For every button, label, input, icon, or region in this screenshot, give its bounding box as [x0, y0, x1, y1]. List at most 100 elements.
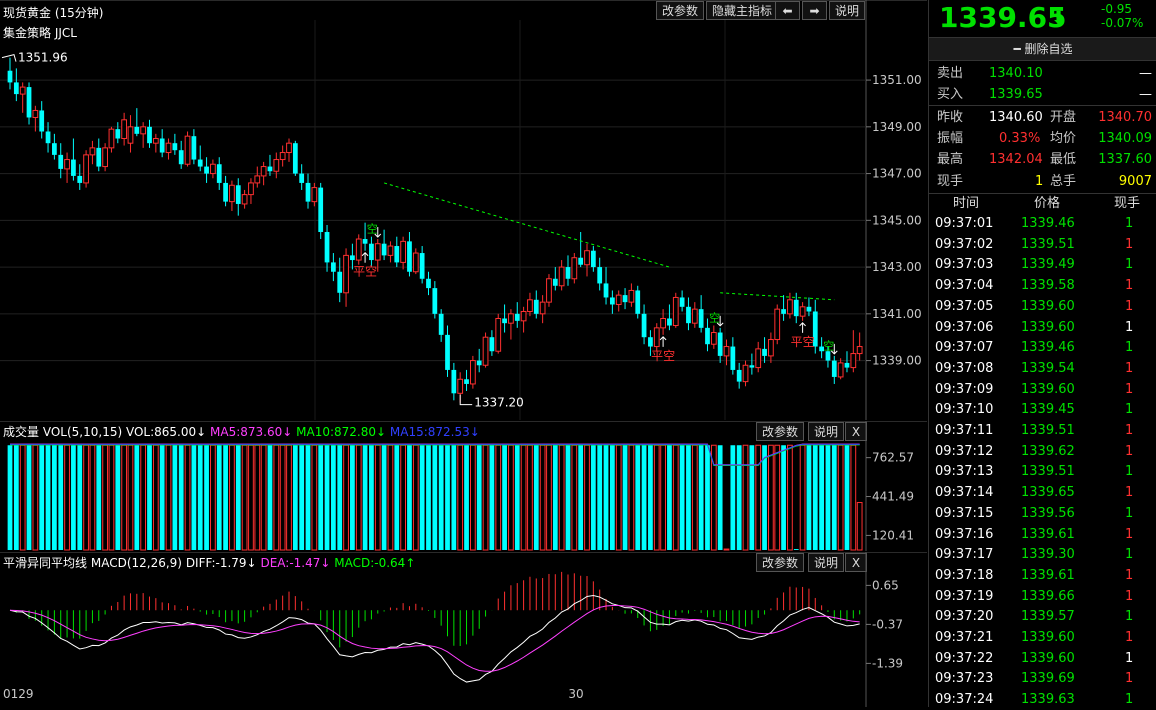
macd-chart[interactable]: 0.65 -0.37 -1.39 0129 30: [0, 552, 927, 707]
candle: [609, 297, 615, 305]
volume-bar: [172, 445, 178, 550]
high-pointer: [1, 54, 17, 62]
volume-bar: [609, 445, 615, 550]
trade-price: 1339.30: [1021, 547, 1075, 563]
volume-bar: [204, 445, 209, 550]
volume-bar: [350, 445, 355, 550]
candle: [178, 150, 184, 165]
x-axis-label: 0129: [3, 687, 34, 701]
trade-price: 1339.51: [1021, 423, 1075, 438]
down-arrow-icon: ⬇: [1051, 8, 1067, 29]
trade-volume: 1: [1125, 650, 1134, 666]
volume-bar: [324, 445, 330, 550]
trade-volume: 1: [1125, 257, 1134, 273]
prev-close-value: 1340.60: [989, 110, 1043, 125]
candle: [13, 82, 19, 95]
candle: [197, 159, 203, 167]
volume-bar: [571, 444, 578, 551]
volume-bar: [799, 444, 806, 551]
volume-bar: [299, 445, 305, 550]
trade-time: 09:37:13: [935, 464, 994, 480]
candle: [565, 267, 571, 279]
trade-row: 09:37:18 1339.61 1: [929, 566, 1156, 586]
buy-value: 1339.65: [989, 87, 1043, 102]
trade-time: 09:37:19: [935, 588, 994, 604]
candle: [229, 184, 235, 203]
volume-bar: [419, 445, 425, 550]
volume-bar: [13, 445, 19, 550]
volume-bar: [667, 445, 672, 550]
candle: [793, 299, 799, 317]
hand-label: 现手: [937, 174, 964, 189]
delete-favorite-button[interactable]: ━ 删除自选: [929, 37, 1156, 61]
candle: [96, 147, 102, 167]
trade-row: 09:37:03 1339.49 1: [929, 255, 1156, 275]
y-tick-label: 1341.00: [872, 307, 922, 321]
trade-row: 09:37:12 1339.62 1: [929, 442, 1156, 462]
volume-chart[interactable]: 762.57 441.49 120.41: [0, 421, 927, 551]
trade-price: 1339.57: [1021, 609, 1075, 625]
low-label: 最低: [1050, 152, 1077, 167]
vol-tick-label: 441.49: [872, 490, 914, 504]
high-label: 1351.96: [18, 51, 68, 65]
candle: [77, 175, 83, 183]
candle: [134, 126, 140, 134]
candle: [482, 336, 489, 366]
candle: [210, 163, 216, 175]
prev-close-label: 昨收: [937, 110, 964, 125]
volume-bar: [89, 444, 96, 551]
candle: [578, 257, 584, 265]
candle: [628, 289, 635, 303]
trade-row: 09:37:02 1339.51 1: [929, 235, 1156, 255]
volume-bar: [279, 444, 286, 551]
price-change-pct: -0.07%: [1101, 16, 1144, 30]
trend-line: [720, 292, 835, 301]
cover-short-label: 平空: [791, 335, 815, 349]
candlestick-chart[interactable]: 1351.00 1349.00 1347.00 1345.00 1343.00 1341.…: [0, 0, 927, 420]
candle: [204, 166, 209, 174]
candle: [717, 332, 723, 356]
candle: [394, 246, 400, 263]
volume-bar: [216, 445, 222, 550]
candle: [152, 138, 159, 144]
candle: [32, 109, 39, 118]
volume-bar: [622, 445, 628, 550]
trade-volume: 1: [1125, 319, 1134, 335]
volume-bar: [102, 444, 108, 551]
divider: [929, 105, 1156, 106]
candle: [546, 278, 552, 303]
candle: [837, 362, 844, 378]
volume-bar: [856, 502, 863, 551]
candle: [279, 152, 286, 161]
volume-bar: [597, 445, 603, 550]
volume-bar: [527, 444, 533, 551]
candle: [292, 143, 298, 174]
low-label: 1337.20: [474, 396, 524, 410]
low-value: 1337.60: [1098, 152, 1152, 167]
volume-bar: [178, 445, 184, 550]
volume-bar: [635, 445, 641, 550]
trade-time: 09:37:11: [935, 423, 994, 438]
trade-volume: 1: [1125, 423, 1134, 438]
volume-bar: [755, 444, 762, 551]
trade-volume: 1: [1125, 381, 1134, 397]
volume-bar: [77, 445, 83, 550]
volume-bar: [812, 445, 818, 550]
volume-bar: [558, 444, 565, 551]
trade-price: 1339.60: [1021, 319, 1075, 335]
candle: [489, 337, 495, 352]
y-tick-label: 1347.00: [872, 167, 922, 181]
candle: [781, 309, 786, 314]
volume-bar: [850, 444, 857, 551]
volume-bar: [514, 445, 520, 550]
candle: [590, 250, 596, 268]
short-signal-label: 空: [708, 311, 721, 323]
macd-tick-label: 0.65: [872, 578, 899, 592]
candle: [438, 313, 444, 335]
trade-time: 09:37:15: [935, 505, 994, 521]
candle: [362, 239, 368, 244]
candle: [45, 131, 51, 144]
candle: [223, 182, 228, 202]
volume-bar: [520, 444, 527, 551]
volume-bar: [127, 444, 134, 551]
